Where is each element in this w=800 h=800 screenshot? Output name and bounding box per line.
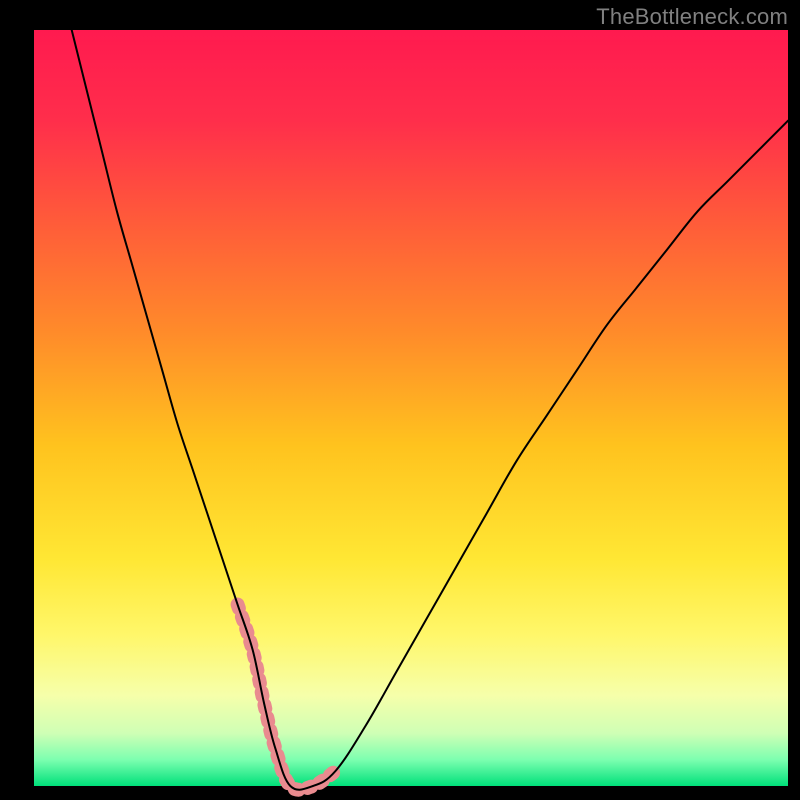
- bottleneck-chart: [0, 0, 800, 800]
- plot-background: [34, 30, 788, 786]
- watermark-text: TheBottleneck.com: [596, 4, 788, 30]
- chart-frame: TheBottleneck.com: [0, 0, 800, 800]
